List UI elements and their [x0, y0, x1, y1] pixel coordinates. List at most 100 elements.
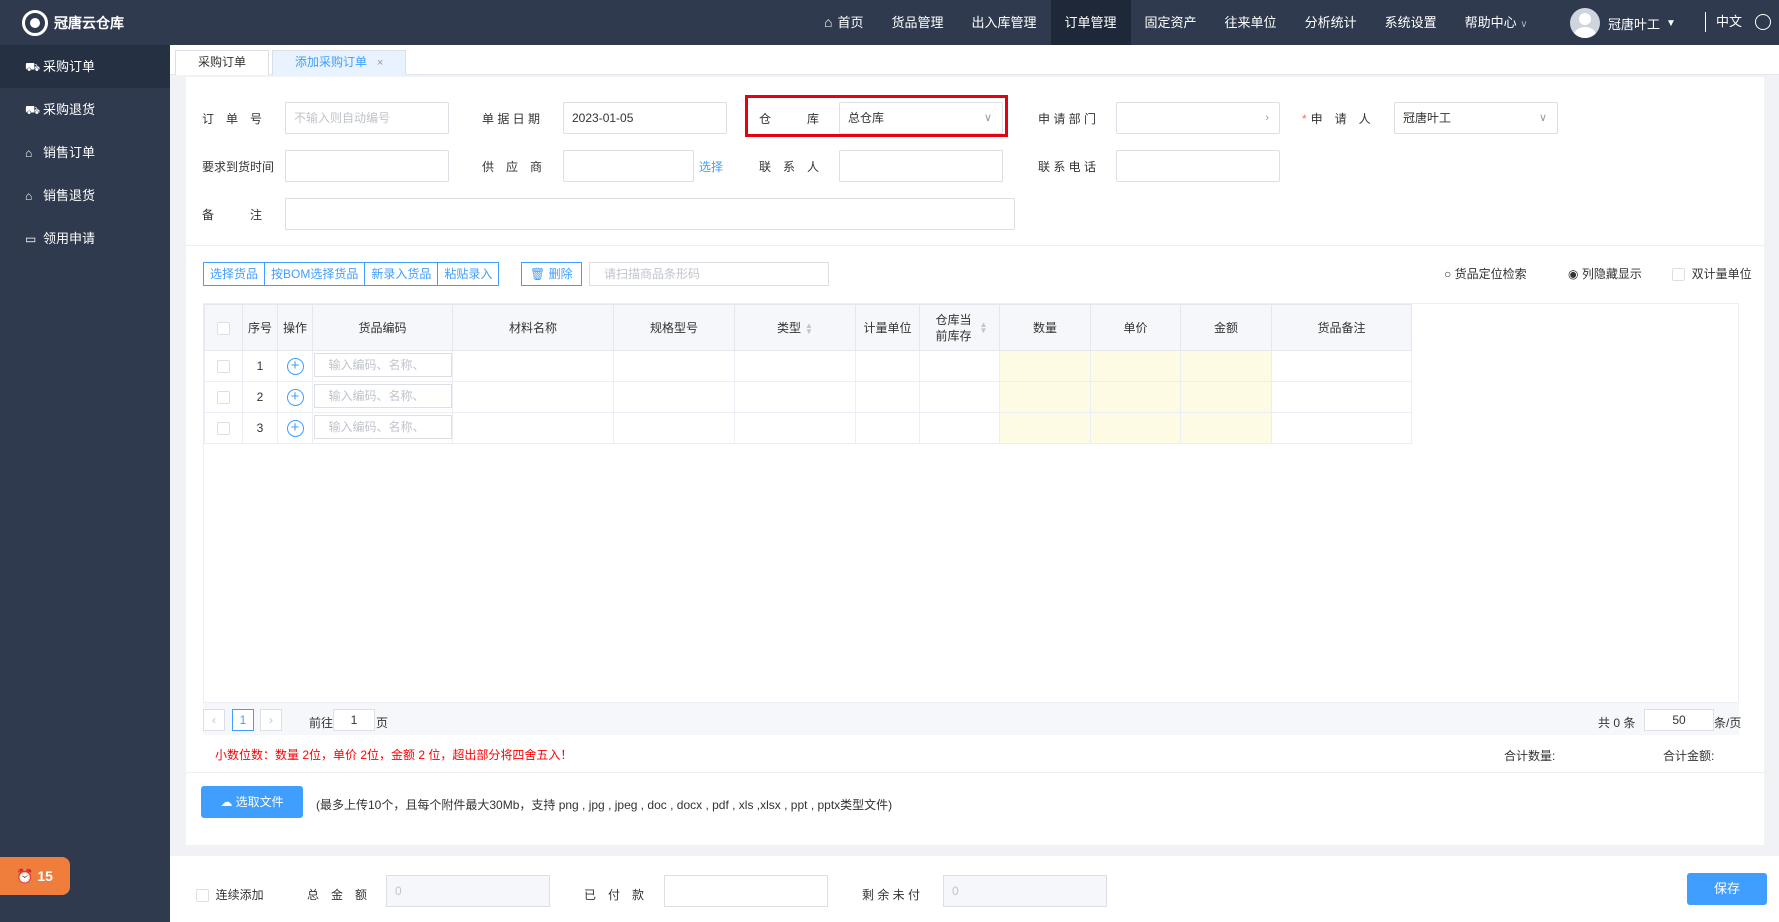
- sidebar: ⛟ 采购订单 ⛟ 采购退货 ⌂ 销售订单 ⌂ 销售退货 ▭ 领用申请: [0, 45, 170, 922]
- sort-icon[interactable]: ▲ ▼: [805, 321, 813, 335]
- sidebar-item-requisition[interactable]: ▭ 领用申请: [0, 217, 170, 260]
- close-icon[interactable]: ×: [377, 57, 383, 69]
- order-no-input[interactable]: 不输入则自动编号: [285, 102, 449, 134]
- page-size-select[interactable]: 50: [1644, 709, 1714, 731]
- sort-icon[interactable]: ▲ ▼: [980, 320, 988, 334]
- notification-badge[interactable]: ⏰ 15: [0, 857, 70, 895]
- nav-settings[interactable]: 系统设置: [1371, 0, 1451, 45]
- supplier-select-link[interactable]: 选择: [699, 158, 723, 175]
- date-input[interactable]: 2023-01-05: [563, 102, 727, 134]
- prev-page-button[interactable]: ‹: [203, 709, 225, 731]
- delete-button[interactable]: 🗑 删除: [521, 262, 582, 286]
- quantity-cell[interactable]: [999, 381, 1091, 413]
- sidebar-item-sales-order[interactable]: ⌂ 销售订单: [0, 131, 170, 174]
- col-type[interactable]: 类型 ▲ ▼: [734, 304, 856, 351]
- supplier-input[interactable]: [563, 150, 694, 182]
- nav-help[interactable]: 帮助中心 ∨: [1451, 0, 1542, 45]
- table-row: 2 + 输入编码、名称、: [204, 381, 1412, 413]
- main-content: 订 单 号 不输入则自动编号 单 据 日 期 2023-01-05 仓 库 总仓…: [186, 77, 1764, 845]
- row-checkbox[interactable]: [217, 360, 230, 374]
- app-logo[interactable]: 冠唐云仓库: [22, 10, 124, 36]
- add-row-icon[interactable]: +: [286, 419, 304, 437]
- tab-add-purchase-order[interactable]: 添加采购订单 ×: [272, 50, 407, 75]
- dual-unit-checkbox[interactable]: [1672, 268, 1685, 282]
- dept-select[interactable]: ›: [1116, 102, 1280, 134]
- col-goods-remark: 货品备注: [1271, 304, 1412, 351]
- trash-icon: 🗑: [530, 267, 546, 281]
- amount-cell[interactable]: [1180, 381, 1272, 413]
- nav-goods[interactable]: 货品管理: [877, 0, 957, 45]
- amount-cell[interactable]: [1180, 350, 1272, 382]
- remark-input[interactable]: [285, 198, 1015, 230]
- bottom-bar: 连续添加 总 金 额 0 已 付 款 剩 余 未 付 0 保存: [170, 856, 1779, 922]
- quantity-cell[interactable]: [999, 350, 1091, 382]
- goods-code-input[interactable]: 输入编码、名称、: [313, 383, 452, 408]
- contact-input[interactable]: [839, 150, 1003, 182]
- goods-code-input[interactable]: 输入编码、名称、: [313, 352, 452, 377]
- row-index: 1: [242, 350, 278, 382]
- dual-unit-toggle[interactable]: 双计量单位: [1672, 265, 1752, 282]
- select-file-button[interactable]: ☁ 选取文件: [201, 786, 303, 818]
- phone-input[interactable]: [1116, 150, 1280, 182]
- sidebar-item-purchase-order[interactable]: ⛟ 采购订单: [0, 45, 170, 88]
- price-cell[interactable]: [1090, 381, 1181, 413]
- price-cell[interactable]: [1090, 412, 1181, 444]
- applicant-select[interactable]: 冠唐叶工 ∨: [1394, 102, 1558, 134]
- goods-table: 序号 操作 货品编码 材料名称 规格型号 类型 ▲ ▼ 计量单位 仓库当前库存▲ ▼ …: [203, 303, 1739, 703]
- paste-entry-button[interactable]: 粘贴录入: [437, 262, 500, 286]
- row-index: 3: [242, 412, 278, 444]
- paid-input[interactable]: [664, 875, 828, 907]
- add-row-icon[interactable]: +: [286, 357, 304, 375]
- nav-partners[interactable]: 往来单位: [1211, 0, 1291, 45]
- sidebar-item-sales-return[interactable]: ⌂ 销售退货: [0, 174, 170, 217]
- arrival-time-input[interactable]: [285, 150, 449, 182]
- column-visibility-toggle[interactable]: ◉ 列隐藏显示: [1568, 265, 1642, 282]
- language-switch[interactable]: 中文: [1705, 12, 1742, 32]
- row-code-cell: 输入编码、名称、: [312, 412, 453, 444]
- contact-label: 联 系 人: [759, 160, 820, 174]
- next-page-button[interactable]: ›: [260, 709, 282, 731]
- globe-icon[interactable]: [1755, 14, 1771, 30]
- remark-cell[interactable]: [1271, 381, 1412, 413]
- goto-suffix: 页: [376, 716, 389, 730]
- row-checkbox[interactable]: [217, 391, 230, 405]
- new-goods-button[interactable]: 新录入货品: [364, 262, 439, 286]
- row-checkbox[interactable]: [217, 422, 230, 436]
- stock-cell: [919, 381, 1000, 413]
- price-cell[interactable]: [1090, 350, 1181, 382]
- divider: [186, 245, 1764, 246]
- page-number[interactable]: 1: [232, 709, 254, 731]
- nav-analytics[interactable]: 分析统计: [1291, 0, 1371, 45]
- barcode-scan-input[interactable]: 请扫描商品条形码: [589, 262, 829, 286]
- unit-cell: [855, 350, 920, 382]
- warehouse-highlight-box: [745, 95, 1008, 137]
- sidebar-item-purchase-return[interactable]: ⛟ 采购退货: [0, 88, 170, 131]
- page-tabs: 采购订单 添加采购订单 ×: [170, 45, 1779, 75]
- goods-button-group: 选择货品 按BOM选择货品 新录入货品 粘贴录入: [203, 262, 500, 286]
- nav-assets[interactable]: 固定资产: [1131, 0, 1211, 45]
- remark-cell[interactable]: [1271, 350, 1412, 382]
- required-mark: *: [1302, 112, 1307, 126]
- bag-icon: ⌂: [25, 146, 33, 160]
- quantity-cell[interactable]: [999, 412, 1091, 444]
- user-menu[interactable]: 冠唐叶工 ▼: [1570, 8, 1676, 38]
- goods-code-input[interactable]: 输入编码、名称、: [313, 414, 452, 439]
- col-stock[interactable]: 仓库当前库存▲ ▼: [919, 304, 1000, 351]
- nav-home[interactable]: ⌂ 首页: [810, 0, 877, 45]
- continuous-add[interactable]: 连续添加: [196, 886, 264, 903]
- nav-inout[interactable]: 出入库管理: [958, 0, 1051, 45]
- stock-cell: [919, 412, 1000, 444]
- amount-cell[interactable]: [1180, 412, 1272, 444]
- save-button[interactable]: 保存: [1687, 873, 1767, 905]
- continuous-add-checkbox[interactable]: [196, 889, 209, 903]
- tab-purchase-order[interactable]: 采购订单: [175, 50, 270, 75]
- remark-cell[interactable]: [1271, 412, 1412, 444]
- goods-locate-search[interactable]: ○ 货品定位检索: [1444, 265, 1527, 282]
- select-goods-button[interactable]: 选择货品: [203, 262, 266, 286]
- folder-icon: ▭: [25, 232, 37, 246]
- select-by-bom-button[interactable]: 按BOM选择货品: [264, 262, 366, 286]
- add-row-icon[interactable]: +: [286, 388, 304, 406]
- goto-page-input[interactable]: 1: [333, 709, 375, 731]
- nav-orders[interactable]: 订单管理: [1050, 0, 1131, 45]
- select-all-checkbox[interactable]: [217, 321, 230, 335]
